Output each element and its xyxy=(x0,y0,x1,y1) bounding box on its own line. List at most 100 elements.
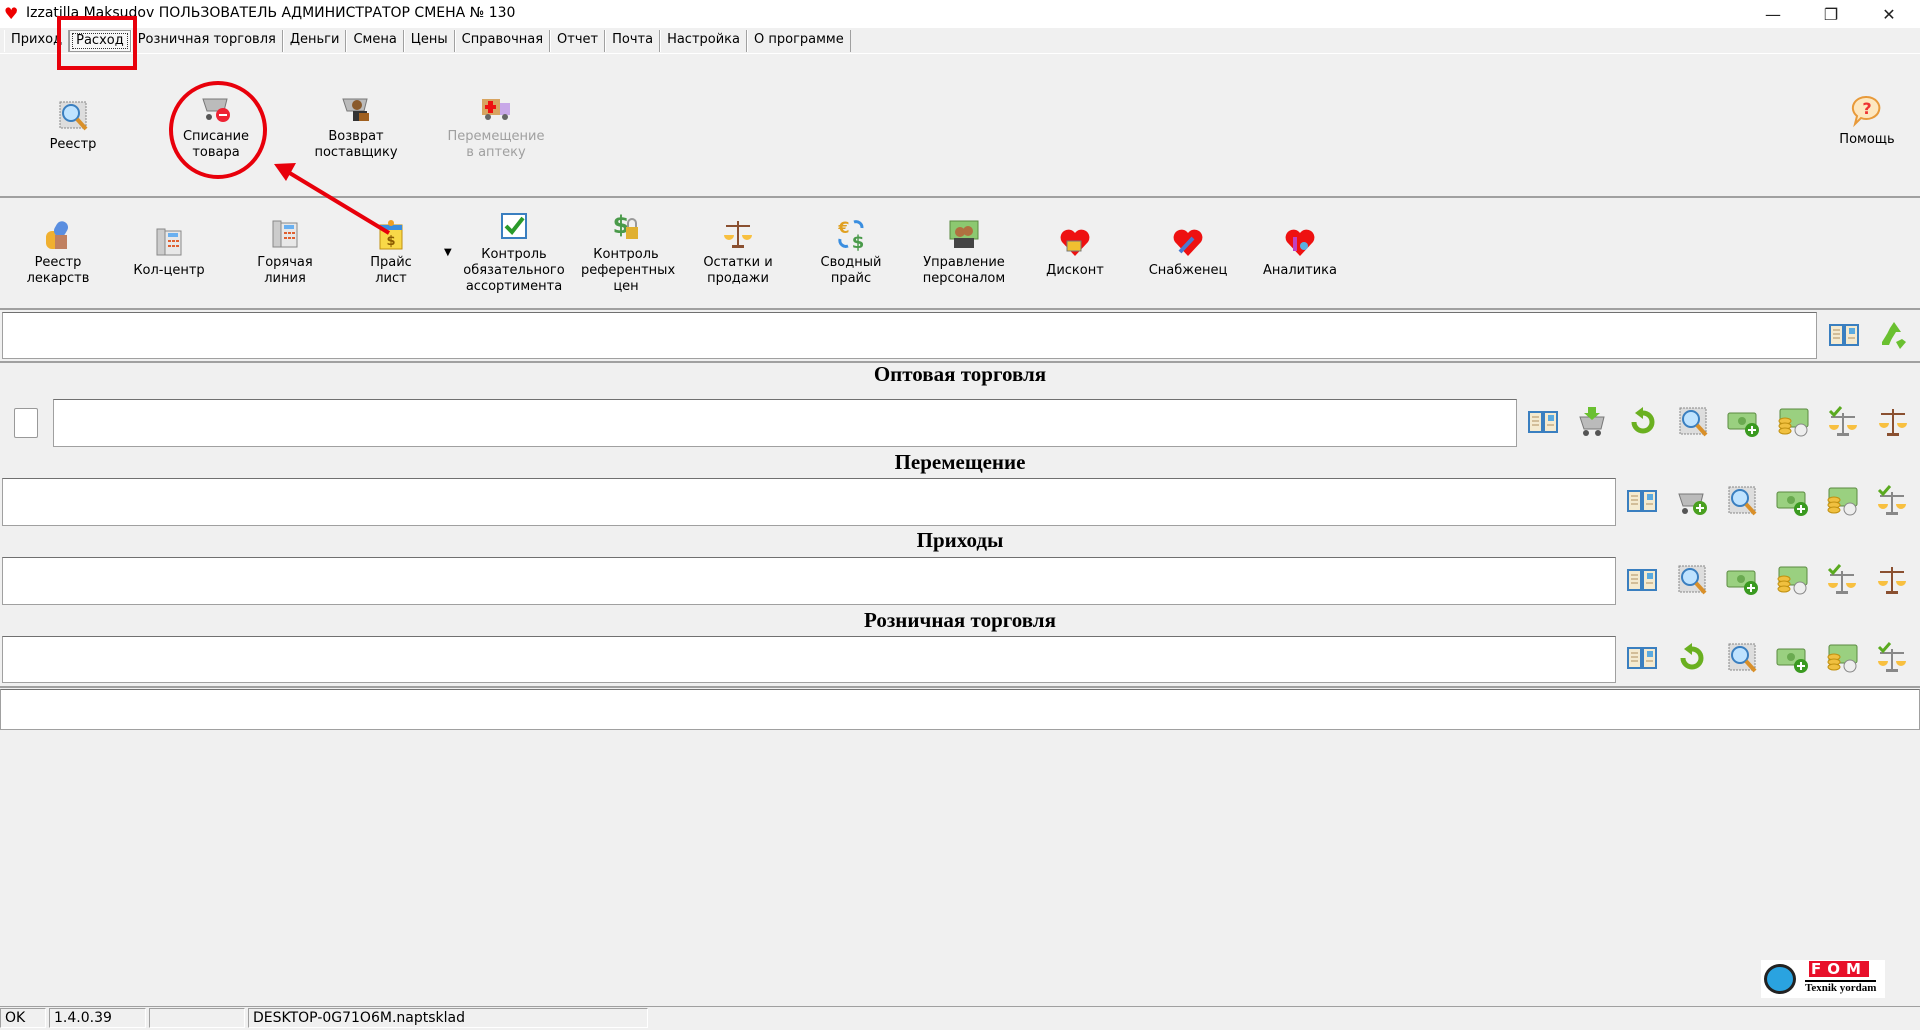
magnifier-icon xyxy=(56,99,90,133)
money-coins-icon[interactable] xyxy=(1825,641,1859,675)
book-icon[interactable] xyxy=(1625,563,1659,597)
scales-check-icon[interactable] xyxy=(1825,563,1859,597)
registry-button[interactable]: Реестр xyxy=(18,99,128,153)
recycle-icon[interactable] xyxy=(1877,318,1911,352)
price-list-label: Прайс лист xyxy=(370,255,412,286)
staff-icon xyxy=(947,217,981,251)
tab-settings[interactable]: Настройка xyxy=(660,30,747,52)
minimize-button[interactable]: — xyxy=(1744,0,1802,28)
cart-supplier-icon xyxy=(339,91,373,125)
status-empty xyxy=(149,1008,245,1028)
tab-report[interactable]: Отчет xyxy=(550,30,606,52)
book-icon[interactable] xyxy=(1625,641,1659,675)
write-off-button[interactable]: Списание товара xyxy=(171,91,261,161)
scales-check-icon[interactable] xyxy=(1875,484,1909,518)
ribbon-panel-tools: Реестр лекарств Кол-центр Горячая линия … xyxy=(0,199,1920,310)
truck-icon xyxy=(479,91,513,125)
money-add-icon[interactable] xyxy=(1775,641,1809,675)
heart-analytics-icon xyxy=(1283,225,1317,259)
drug-registry-button[interactable]: Реестр лекарств xyxy=(13,217,103,287)
heart-supply-icon xyxy=(1171,225,1205,259)
menu-tabs: Приход Расход Розничная торговля Деньги … xyxy=(4,30,851,52)
assortment-control-button[interactable]: Контроль обязательного ассортимента xyxy=(459,209,569,295)
discount-label: Дисконт xyxy=(1046,263,1104,278)
staff-management-button[interactable]: Управление персоналом xyxy=(914,217,1014,287)
analytics-label: Аналитика xyxy=(1263,263,1337,278)
top-input[interactable] xyxy=(2,312,1817,359)
money-add-icon[interactable] xyxy=(1775,484,1809,518)
transfer-pharmacy-button[interactable]: Перемещение в аптеку xyxy=(446,91,546,161)
return-supplier-label: Возврат поставщику xyxy=(314,129,398,160)
reference-price-label: Контроль референтных цен xyxy=(581,247,676,294)
stock-sales-button[interactable]: Остатки и продажи xyxy=(698,217,778,287)
svg-text:?: ? xyxy=(1862,99,1871,118)
scales-check-icon[interactable] xyxy=(1875,641,1909,675)
assortment-control-label: Контроль обязательного ассортимента xyxy=(463,247,565,294)
status-state: OK xyxy=(0,1008,46,1028)
restore-button[interactable]: ❐ xyxy=(1802,0,1860,28)
book-icon[interactable] xyxy=(1625,484,1659,518)
retail-toolbar xyxy=(0,641,1920,677)
magnifier-icon[interactable] xyxy=(1675,563,1709,597)
money-add-icon[interactable] xyxy=(1726,405,1760,439)
cart-download-icon[interactable] xyxy=(1576,405,1610,439)
logo-brand: FOM xyxy=(1809,960,1869,978)
cart-add-icon[interactable] xyxy=(1675,484,1709,518)
help-icon: ? xyxy=(1850,94,1884,128)
analytics-button[interactable]: Аналитика xyxy=(1245,225,1355,279)
money-coins-icon[interactable] xyxy=(1776,405,1810,439)
checkbox-icon xyxy=(497,209,531,243)
window-title: Izzatilla Maksudov ПОЛЬЗОВАТЕЛЬ АДМИНИСТ… xyxy=(26,5,516,21)
app-heart-icon: ♥ xyxy=(4,4,19,23)
tab-shift[interactable]: Смена xyxy=(346,30,404,52)
svg-text:$: $ xyxy=(852,232,865,251)
magnifier-icon[interactable] xyxy=(1676,405,1710,439)
section-title-receipts: Приходы xyxy=(916,528,1004,552)
hotline-label: Горячая линия xyxy=(257,255,313,286)
tab-prihod[interactable]: Приход xyxy=(4,30,70,52)
tab-prices[interactable]: Цены xyxy=(403,30,455,52)
call-center-button[interactable]: Кол-центр xyxy=(114,225,224,279)
reference-price-button[interactable]: $ Контроль референтных цен xyxy=(581,209,675,295)
support-logo[interactable]: FOM Texnik yordam xyxy=(1761,960,1885,998)
price-list-dropdown-arrow[interactable]: ▼ xyxy=(444,247,452,258)
cart-remove-icon xyxy=(199,91,233,125)
book-icon[interactable] xyxy=(1827,318,1861,352)
drug-registry-label: Реестр лекарств xyxy=(26,255,90,286)
return-supplier-button[interactable]: Возврат поставщику xyxy=(311,91,401,161)
refresh-icon[interactable] xyxy=(1675,641,1709,675)
price-list-button[interactable]: $ Прайс лист xyxy=(366,217,416,287)
scales-check-icon[interactable] xyxy=(1826,405,1860,439)
tab-reference[interactable]: Справочная xyxy=(454,30,551,52)
refresh-icon[interactable] xyxy=(1626,405,1660,439)
status-host: DESKTOP-0G71O6M.naptsklad xyxy=(248,1008,648,1028)
supplier-agent-button[interactable]: Снабженец xyxy=(1133,225,1243,279)
summary-price-button[interactable]: € $ Сводный прайс xyxy=(816,217,886,287)
close-button[interactable]: ✕ xyxy=(1860,0,1918,28)
help-button[interactable]: ? Помощь xyxy=(1812,94,1920,148)
hotline-button[interactable]: Горячая линия xyxy=(250,217,320,287)
money-add-icon[interactable] xyxy=(1725,563,1759,597)
tab-about[interactable]: О программе xyxy=(747,30,851,52)
tab-money[interactable]: Деньги xyxy=(282,30,347,52)
stock-sales-label: Остатки и продажи xyxy=(703,255,773,286)
svg-text:$: $ xyxy=(386,234,395,249)
section-title-wholesale: Оптовая торговля xyxy=(873,362,1047,386)
tab-mail[interactable]: Почта xyxy=(605,30,661,52)
tab-rashod[interactable]: Расход xyxy=(69,30,131,52)
magnifier-icon[interactable] xyxy=(1725,484,1759,518)
magnifier-icon[interactable] xyxy=(1725,641,1759,675)
scales-icon[interactable] xyxy=(1876,405,1910,439)
money-coins-icon[interactable] xyxy=(1825,484,1859,518)
scales-icon[interactable] xyxy=(1875,563,1909,597)
svg-text:€: € xyxy=(837,218,849,237)
discount-button[interactable]: Дисконт xyxy=(1020,225,1130,279)
bottom-input[interactable] xyxy=(0,689,1920,730)
registry-label: Реестр xyxy=(49,137,97,152)
book-icon[interactable] xyxy=(1526,405,1560,439)
transfer-toolbar xyxy=(0,484,1920,520)
section-title-transfer: Перемещение xyxy=(894,450,1026,474)
status-bar: OK 1.4.0.39 DESKTOP-0G71O6M.naptsklad xyxy=(0,1008,1920,1030)
money-coins-icon[interactable] xyxy=(1775,563,1809,597)
tab-retail[interactable]: Розничная торговля xyxy=(130,30,283,52)
